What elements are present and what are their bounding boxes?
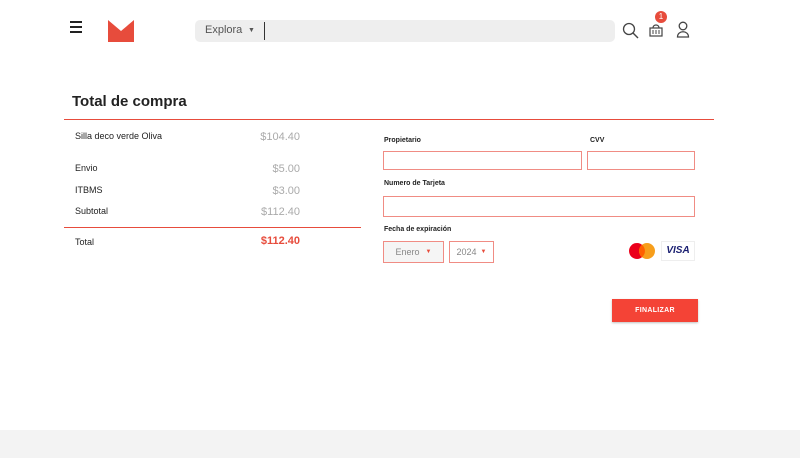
page-title: Total de compra xyxy=(72,93,187,110)
user-icon[interactable] xyxy=(675,21,691,44)
expiry-month-select[interactable]: Enero ▼ xyxy=(383,241,444,263)
owner-label: Propietario xyxy=(384,137,421,144)
total-value: $112.40 xyxy=(260,235,300,247)
cvv-label: CVV xyxy=(590,137,605,144)
visa-logo: VISA xyxy=(661,241,695,261)
chevron-down-icon: ▼ xyxy=(425,249,432,255)
tax-price: $3.00 xyxy=(272,185,300,197)
finalize-button[interactable]: FINALIZAR xyxy=(612,299,698,322)
summary-divider xyxy=(64,227,361,228)
owner-input[interactable] xyxy=(383,151,582,170)
footer xyxy=(0,430,800,458)
cart-icon[interactable] xyxy=(648,22,664,43)
search-divider xyxy=(264,22,265,40)
expiry-label: Fecha de expiración xyxy=(384,226,452,233)
shipping-price: $5.00 xyxy=(272,163,300,175)
cvv-input[interactable] xyxy=(587,151,695,170)
menu-icon[interactable] xyxy=(70,21,82,35)
expiry-month-value: Enero xyxy=(395,247,420,257)
subtotal-price: $112.40 xyxy=(261,206,300,218)
total-label: Total xyxy=(75,237,95,247)
mastercard-logo xyxy=(626,241,658,261)
shipping-label: Envio xyxy=(75,163,98,173)
card-number-label: Numero de Tarjeta xyxy=(384,180,445,187)
search-input[interactable] xyxy=(269,22,603,42)
tax-label: ITBMS xyxy=(75,185,103,195)
card-number-input[interactable] xyxy=(383,196,695,217)
chevron-down-icon[interactable]: ▼ xyxy=(248,27,255,34)
expiry-year-select[interactable]: 2024 ▼ xyxy=(449,241,494,263)
item-price: $104.40 xyxy=(260,131,300,143)
chevron-down-icon: ▼ xyxy=(480,249,487,255)
subtotal-label: Subtotal xyxy=(75,206,109,216)
item-label: Silla deco verde Oliva xyxy=(75,131,163,141)
cart-count-badge: 1 xyxy=(655,11,667,23)
expiry-year-value: 2024 xyxy=(456,247,477,257)
search-icon[interactable] xyxy=(622,22,640,45)
title-divider xyxy=(64,119,714,120)
search-bar: Explora ▼ xyxy=(195,20,615,42)
brand-logo[interactable] xyxy=(108,20,134,47)
explora-dropdown[interactable]: Explora xyxy=(205,24,242,36)
